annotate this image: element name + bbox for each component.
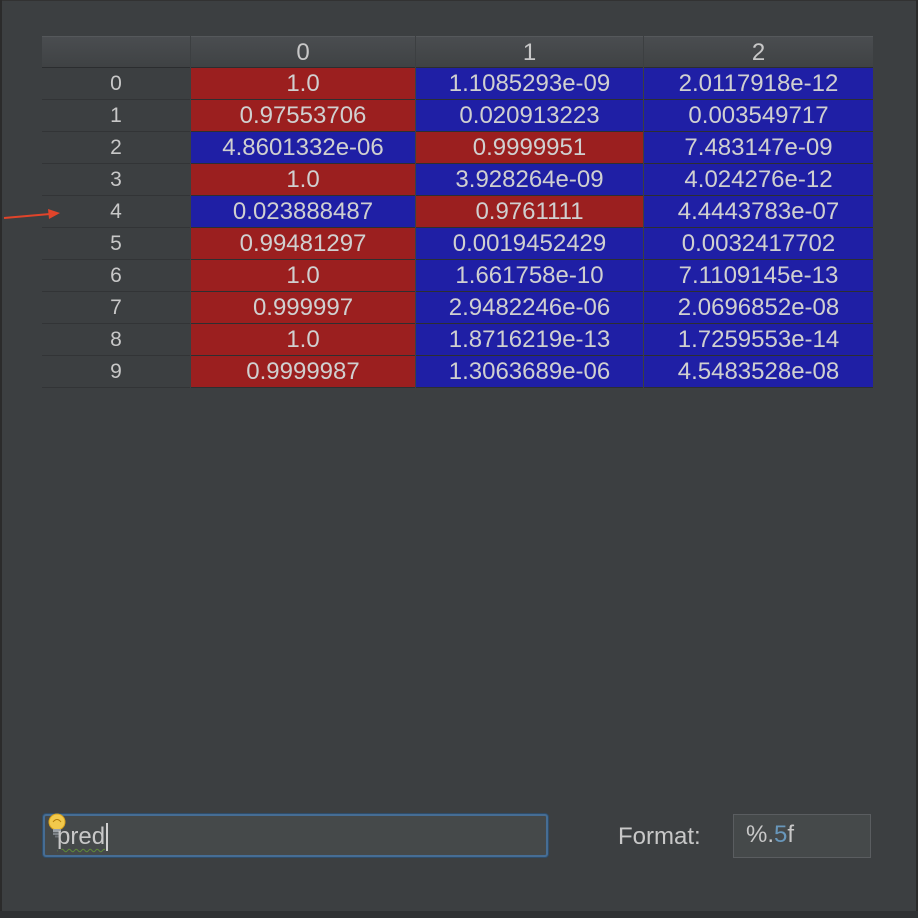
table-cell[interactable]: 0.0019452429 [416,228,643,260]
table-cell[interactable]: 0.020913223 [416,100,643,132]
table-cell[interactable]: 2.0696852e-08 [644,292,873,324]
expression-text: pred [57,823,106,850]
table-cell[interactable]: 7.1109145e-13 [644,260,873,292]
table-cell[interactable]: 0.97553706 [191,100,415,132]
table-cell[interactable]: 3.928264e-09 [416,164,643,196]
format-input[interactable]: %.5f [733,814,871,858]
format-precision: 5 [774,821,788,848]
table-cell[interactable]: 0.9999951 [416,132,643,164]
row-label[interactable]: 9 [42,356,190,388]
table-cell[interactable]: 0.9999987 [191,356,415,388]
table-cell[interactable]: 0.999997 [191,292,415,324]
table-cell[interactable]: 2.0117918e-12 [644,68,873,100]
row-label[interactable]: 6 [42,260,190,292]
row-label[interactable]: 4 [42,196,190,228]
table-cell[interactable]: 1.8716219e-13 [416,324,643,356]
table-cell[interactable]: 1.3063689e-06 [416,356,643,388]
text-caret [106,823,108,851]
table-cell[interactable]: 7.483147e-09 [644,132,873,164]
table-cell[interactable]: 1.7259553e-14 [644,324,873,356]
format-label: Format: [618,823,701,850]
header-corner [42,36,190,68]
row-label[interactable]: 8 [42,324,190,356]
panel-left-border [0,0,2,918]
row-label[interactable]: 0 [42,68,190,100]
table-cell[interactable]: 2.9482246e-06 [416,292,643,324]
table-cell[interactable]: 4.8601332e-06 [191,132,415,164]
table-cell[interactable]: 1.0 [191,324,415,356]
table-cell[interactable]: 1.661758e-10 [416,260,643,292]
table-cell[interactable]: 1.0 [191,260,415,292]
format-prefix: %. [746,821,775,848]
table-cell[interactable]: 0.003549717 [644,100,873,132]
table-cell[interactable]: 1.0 [191,164,415,196]
column-header[interactable]: 0 [191,36,415,68]
column-header[interactable]: 2 [644,36,873,68]
panel-bottom-border [0,911,918,918]
table-cell[interactable]: 4.4443783e-07 [644,196,873,228]
row-label[interactable]: 2 [42,132,190,164]
data-viewer-panel: 0 1 2 0 1.0 1.1085293e-09 2.0117918e-12 1 0.9755… [0,0,918,918]
row-label[interactable]: 1 [42,100,190,132]
table-cell[interactable]: 4.024276e-12 [644,164,873,196]
column-header[interactable]: 1 [416,36,643,68]
data-table[interactable]: 0 1 2 0 1.0 1.1085293e-09 2.0117918e-12 1 0.9755… [42,36,873,388]
table-cell[interactable]: 4.5483528e-08 [644,356,873,388]
row-label[interactable]: 3 [42,164,190,196]
table-cell[interactable]: 0.99481297 [191,228,415,260]
arrow-right-icon [3,209,60,219]
table-cell[interactable]: 0.023888487 [191,196,415,228]
format-suffix: f [787,821,795,848]
row-label[interactable]: 5 [42,228,190,260]
row-label[interactable]: 7 [42,292,190,324]
table-cell[interactable]: 0.0032417702 [644,228,873,260]
expression-input[interactable]: pred [43,813,548,857]
table-cell[interactable]: 1.0 [191,68,415,100]
panel-top-border [0,0,918,1]
table-cell[interactable]: 0.9761111 [416,196,643,228]
table-cell[interactable]: 1.1085293e-09 [416,68,643,100]
